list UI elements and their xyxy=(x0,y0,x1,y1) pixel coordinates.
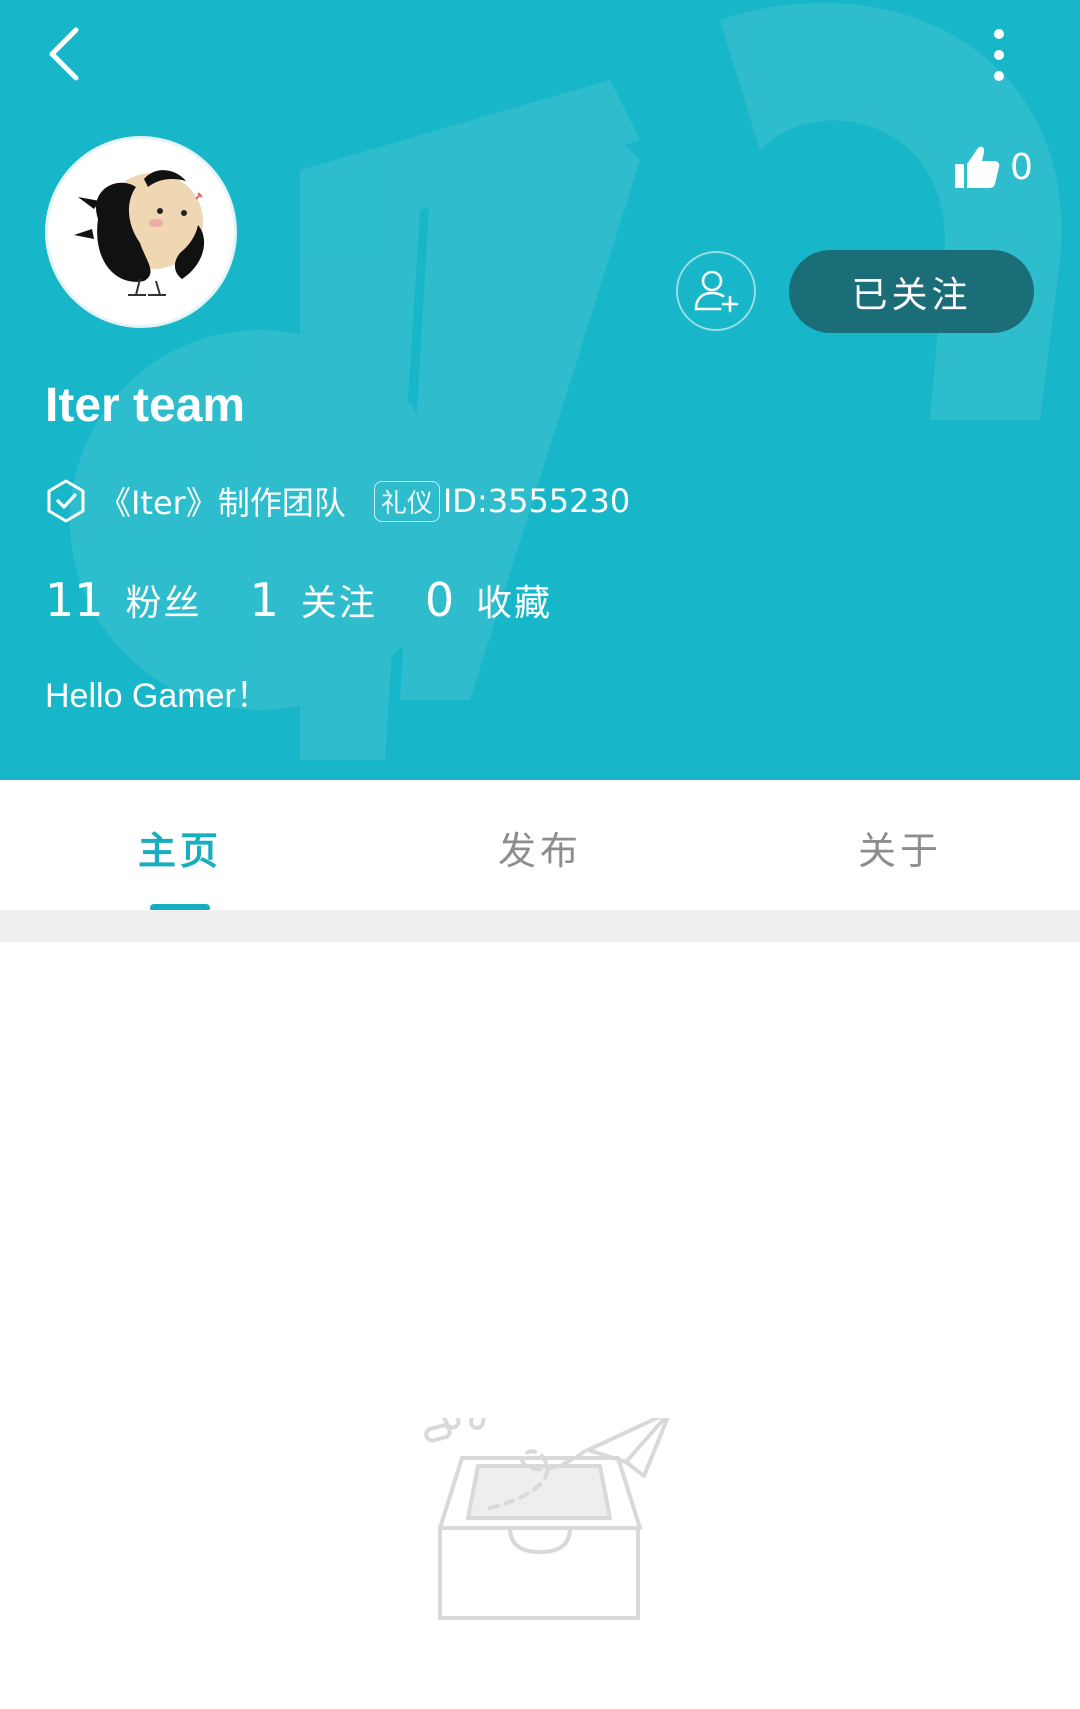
stat-label: 收藏 xyxy=(476,583,553,624)
like-count: 0 xyxy=(1010,146,1033,188)
stat-value: 1 xyxy=(249,573,279,627)
like-button[interactable]: 0 xyxy=(954,142,1033,192)
organization-label: 《Iter》制作团队 xyxy=(99,484,346,522)
stat-following[interactable]: 1 关注 xyxy=(250,573,377,627)
verified-shield-icon xyxy=(47,479,85,523)
role-tag-badge: 礼仪 xyxy=(373,480,440,522)
add-friend-button[interactable] xyxy=(676,251,756,331)
chevron-left-icon xyxy=(49,27,79,81)
stat-favorites[interactable]: 0 收藏 xyxy=(425,573,552,627)
stat-value: 11 xyxy=(45,573,104,627)
profile-meta: 《Iter》制作团队 礼仪 ID:3555230 xyxy=(45,478,630,524)
tab-home[interactable]: 主页 xyxy=(0,780,360,910)
stat-label: 关注 xyxy=(300,583,377,624)
more-vertical-icon xyxy=(994,29,1004,81)
profile-username: Iter team xyxy=(45,379,246,432)
section-divider xyxy=(0,910,1080,942)
tab-posts[interactable]: 发布 xyxy=(360,780,720,910)
stat-followers[interactable]: 11 粉丝 xyxy=(45,573,202,627)
avatar[interactable] xyxy=(45,136,237,328)
stat-label: 粉丝 xyxy=(125,583,202,624)
back-button[interactable] xyxy=(38,18,98,88)
more-options-button[interactable] xyxy=(975,18,1023,88)
tab-about[interactable]: 关于 xyxy=(720,780,1080,910)
bird-avatar-image xyxy=(74,170,205,296)
stat-value: 0 xyxy=(424,573,455,627)
profile-stats: 11 粉丝 1 关注 0 收藏 xyxy=(45,570,600,630)
follow-button[interactable]: 已关注 xyxy=(789,250,1034,333)
user-id: ID:3555230 xyxy=(442,482,631,520)
profile-bio: Hello Gamer！ xyxy=(45,677,270,715)
tab-bar: 主页 发布 关于 xyxy=(0,780,1080,910)
add-user-icon xyxy=(694,270,739,313)
empty-inbox-icon xyxy=(424,1418,670,1620)
profile-header: 0 已关注 Iter team 《Iter》制作团队 礼仪 ID:3555230… xyxy=(0,0,1080,780)
thumbs-up-icon xyxy=(955,146,1000,188)
